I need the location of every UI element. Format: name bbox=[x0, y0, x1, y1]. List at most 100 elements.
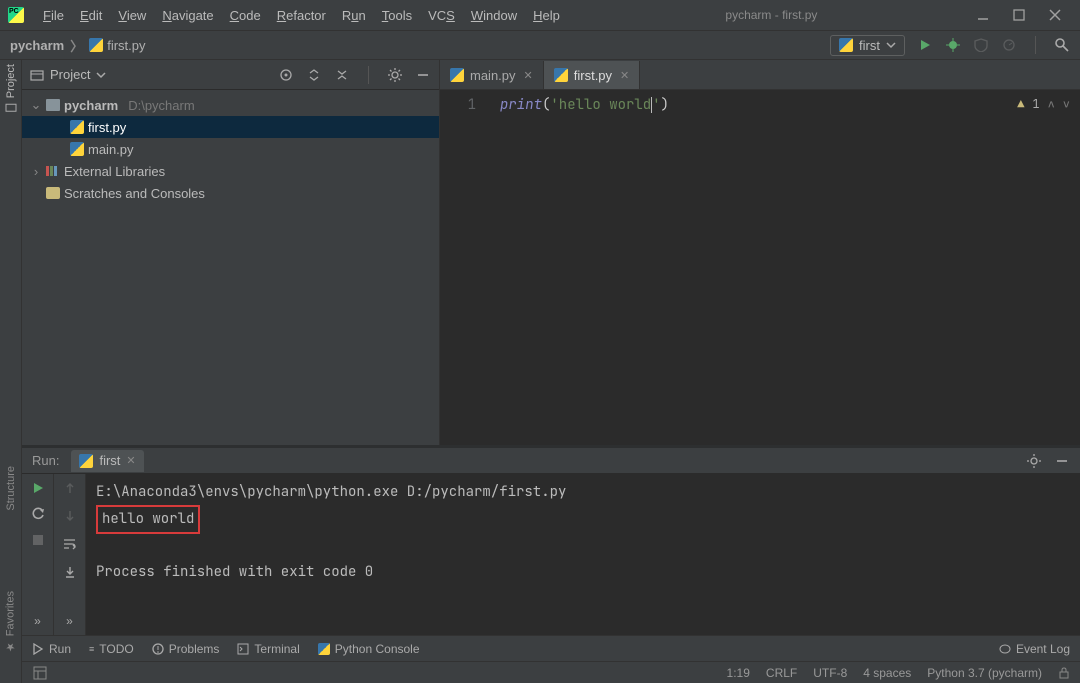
scroll-to-end-button[interactable] bbox=[62, 564, 78, 580]
console-output[interactable]: E:\Anaconda3\envs\pycharm\python.exe D:/… bbox=[86, 474, 1080, 635]
run-settings-button[interactable] bbox=[1026, 453, 1042, 469]
select-opened-file-button[interactable] bbox=[278, 67, 294, 83]
python-file-icon bbox=[554, 68, 568, 82]
tool-project-tab[interactable]: Project bbox=[5, 64, 17, 114]
code-line[interactable]: print('hello world') bbox=[490, 90, 669, 445]
status-bar: 1:19 CRLF UTF-8 4 spaces Python 3.7 (pyc… bbox=[22, 661, 1080, 683]
title-bar: File Edit View Navigate Code Refactor Ru… bbox=[0, 0, 1080, 30]
breadcrumb[interactable]: pycharm 〉 first.py bbox=[10, 36, 146, 55]
project-view-icon bbox=[30, 68, 44, 82]
breadcrumb-root[interactable]: pycharm bbox=[10, 38, 64, 53]
search-everywhere-button[interactable] bbox=[1054, 37, 1070, 53]
hide-panel-button[interactable] bbox=[415, 67, 431, 83]
window-title: pycharm - first.py bbox=[567, 8, 976, 22]
editor-area: main.py ✕ first.py ✕ 1 print('hello worl… bbox=[440, 60, 1080, 445]
run-tool-window: Run: first ✕ bbox=[22, 445, 1080, 635]
editor-tab-main[interactable]: main.py ✕ bbox=[440, 61, 544, 89]
scroll-up-button[interactable] bbox=[62, 480, 78, 496]
more-actions-button[interactable]: » bbox=[30, 613, 46, 629]
project-tree: ⌄ pycharm D:\pycharm first.py main.py bbox=[22, 90, 439, 208]
more-actions-button[interactable]: » bbox=[62, 613, 78, 629]
menu-tools[interactable]: Tools bbox=[375, 4, 419, 27]
run-config-label: first bbox=[859, 38, 880, 53]
tree-node-label: External Libraries bbox=[64, 164, 165, 179]
tool-run-tab[interactable]: Run bbox=[32, 642, 71, 656]
debug-button[interactable] bbox=[945, 37, 961, 53]
tool-todo-tab[interactable]: ≡TODO bbox=[89, 642, 134, 656]
tree-node-path: D:\pycharm bbox=[128, 98, 194, 113]
scroll-down-button[interactable] bbox=[62, 508, 78, 524]
menu-file[interactable]: File bbox=[36, 4, 71, 27]
expand-all-button[interactable] bbox=[306, 67, 322, 83]
menu-code[interactable]: Code bbox=[223, 4, 268, 27]
run-tab[interactable]: first ✕ bbox=[71, 450, 143, 472]
close-tab-icon[interactable]: ✕ bbox=[524, 69, 533, 82]
rerun-button[interactable] bbox=[30, 480, 46, 496]
stop-button[interactable] bbox=[30, 532, 46, 548]
menu-navigate[interactable]: Navigate bbox=[155, 4, 220, 27]
menu-window[interactable]: Window bbox=[464, 4, 524, 27]
line-number: 1 bbox=[440, 90, 490, 445]
scratches-icon bbox=[46, 187, 60, 199]
chevron-down-icon bbox=[96, 70, 106, 80]
tree-project-root[interactable]: ⌄ pycharm D:\pycharm bbox=[22, 94, 439, 116]
tool-structure-tab[interactable]: Structure bbox=[5, 466, 17, 511]
menu-edit[interactable]: Edit bbox=[73, 4, 109, 27]
tree-external-libraries[interactable]: › External Libraries bbox=[22, 160, 439, 182]
close-button[interactable] bbox=[1048, 8, 1062, 22]
status-lock-icon[interactable] bbox=[1058, 667, 1070, 679]
maximize-button[interactable] bbox=[1012, 8, 1026, 22]
menu-vcs[interactable]: VCS bbox=[421, 4, 462, 27]
editor-tab-first[interactable]: first.py ✕ bbox=[544, 61, 641, 89]
minimize-button[interactable] bbox=[976, 8, 990, 22]
project-settings-button[interactable] bbox=[387, 67, 403, 83]
tool-terminal-tab[interactable]: Terminal bbox=[237, 642, 299, 656]
menu-refactor[interactable]: Refactor bbox=[270, 4, 333, 27]
tool-problems-tab[interactable]: Problems bbox=[152, 642, 220, 656]
code-editor[interactable]: 1 print('hello world') ▲ 1 ∧ ∨ bbox=[440, 90, 1080, 445]
collapse-all-button[interactable] bbox=[334, 67, 350, 83]
status-encoding[interactable]: UTF-8 bbox=[813, 666, 847, 680]
warning-icon: ▲ bbox=[1017, 96, 1024, 112]
toolbar-separator bbox=[1035, 36, 1036, 54]
chevron-up-icon[interactable]: ∧ bbox=[1048, 96, 1055, 112]
profile-button[interactable] bbox=[1001, 37, 1017, 53]
run-tab-label: first bbox=[99, 453, 120, 468]
breadcrumb-file[interactable]: first.py bbox=[107, 38, 145, 53]
run-button[interactable] bbox=[917, 37, 933, 53]
inspection-widget[interactable]: ▲ 1 ∧ ∨ bbox=[1017, 96, 1070, 112]
console-exit-line: Process finished with exit code 0 bbox=[96, 563, 373, 581]
tool-windows-button[interactable] bbox=[32, 665, 48, 681]
menu-bar: File Edit View Navigate Code Refactor Ru… bbox=[36, 4, 567, 27]
tool-event-log-tab[interactable]: Event Log bbox=[999, 642, 1070, 656]
tool-favorites-tab[interactable]: ★ Favorites bbox=[4, 591, 17, 653]
tool-python-console-tab[interactable]: Python Console bbox=[318, 642, 420, 656]
project-panel-header: Project bbox=[22, 60, 439, 90]
status-indent[interactable]: 4 spaces bbox=[863, 666, 911, 680]
tree-node-label: Scratches and Consoles bbox=[64, 186, 205, 201]
tree-file-main[interactable]: main.py bbox=[22, 138, 439, 160]
tree-scratches[interactable]: Scratches and Consoles bbox=[22, 182, 439, 204]
project-panel: Project bbox=[22, 60, 440, 445]
status-cursor-pos[interactable]: 1:19 bbox=[727, 666, 750, 680]
console-output-highlight: hello world bbox=[96, 505, 200, 534]
close-tab-icon[interactable]: ✕ bbox=[620, 69, 629, 82]
project-view-selector[interactable]: Project bbox=[30, 67, 106, 82]
status-line-separator[interactable]: CRLF bbox=[766, 666, 797, 680]
hide-panel-button[interactable] bbox=[1054, 453, 1070, 469]
menu-run[interactable]: Run bbox=[335, 4, 373, 27]
soft-wrap-button[interactable] bbox=[62, 536, 78, 552]
tree-file-first[interactable]: first.py bbox=[22, 116, 439, 138]
coverage-button[interactable] bbox=[973, 37, 989, 53]
menu-help[interactable]: Help bbox=[526, 4, 567, 27]
run-primary-toolbar: » bbox=[22, 474, 54, 635]
run-secondary-toolbar: » bbox=[54, 474, 86, 635]
menu-view[interactable]: View bbox=[111, 4, 153, 27]
editor-tabs: main.py ✕ first.py ✕ bbox=[440, 60, 1080, 90]
chevron-down-icon[interactable]: ∨ bbox=[1063, 96, 1070, 112]
run-settings-button[interactable] bbox=[30, 506, 46, 522]
close-tab-icon[interactable]: ✕ bbox=[126, 454, 135, 467]
tree-node-label: main.py bbox=[88, 142, 134, 157]
run-config-selector[interactable]: first bbox=[830, 35, 905, 56]
status-interpreter[interactable]: Python 3.7 (pycharm) bbox=[927, 666, 1042, 680]
